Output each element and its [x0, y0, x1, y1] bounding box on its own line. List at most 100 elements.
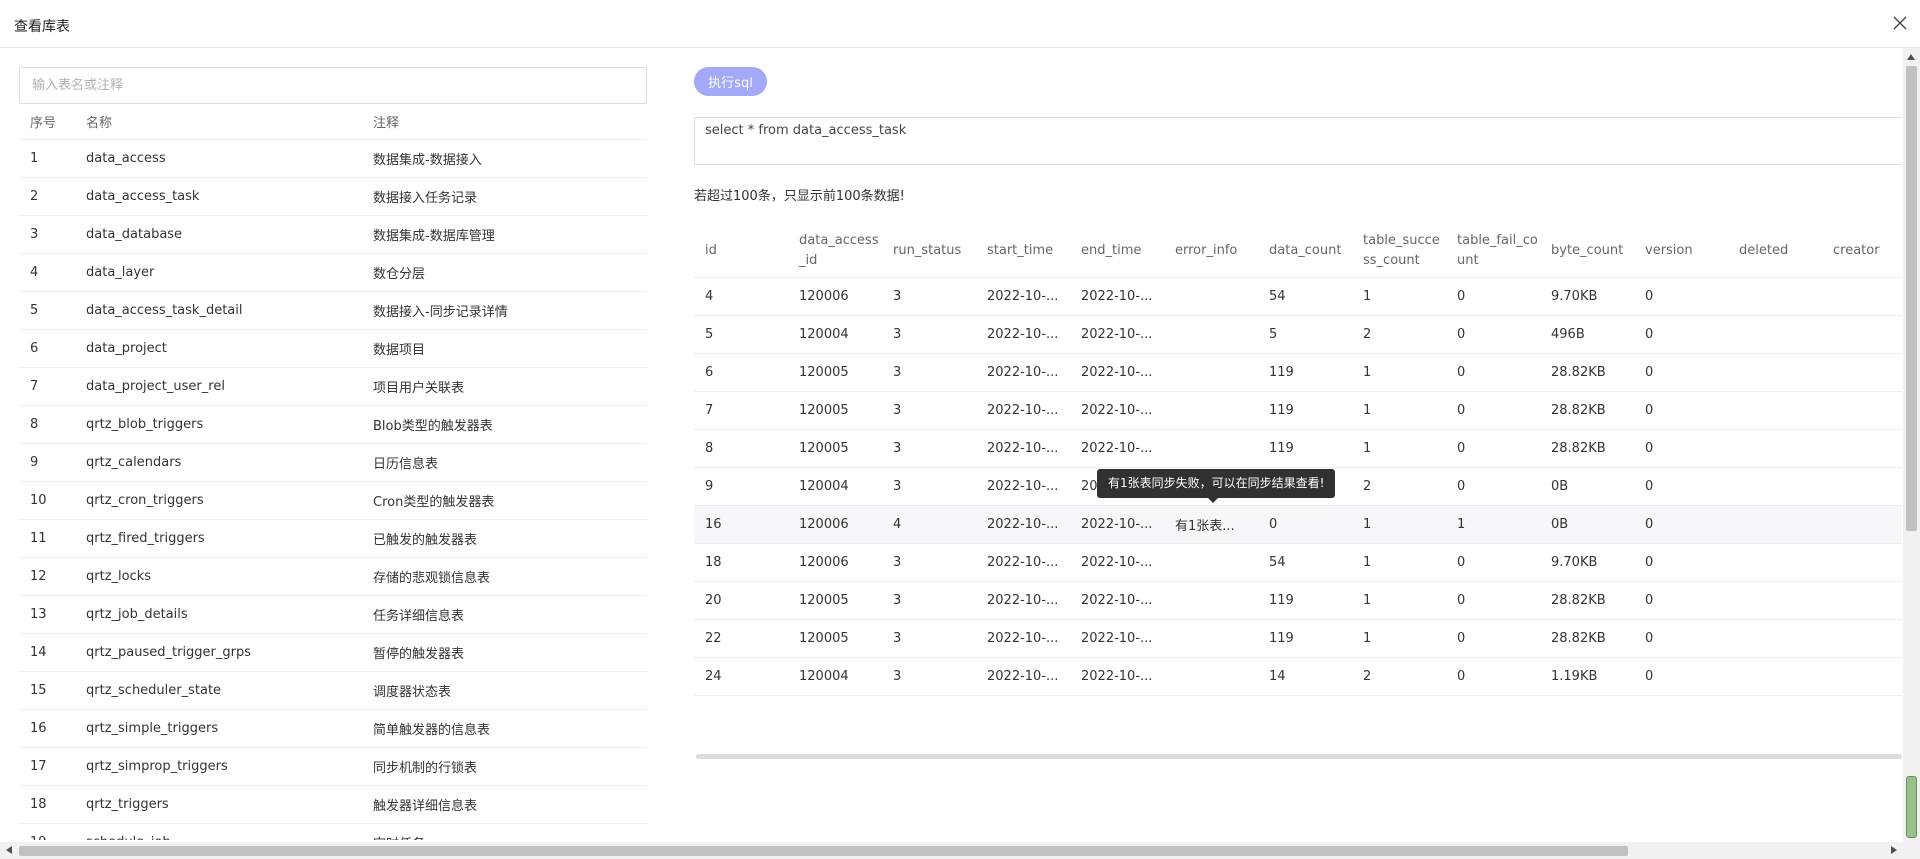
result-cell — [1728, 544, 1822, 581]
result-cell: 120006 — [788, 506, 882, 543]
table-list-row[interactable]: 13 qrtz_job_details 任务详细信息表 — [19, 596, 647, 634]
table-list-row[interactable]: 16 qrtz_simple_triggers 简单触发器的信息表 — [19, 710, 647, 748]
result-cell: 1 — [1352, 392, 1446, 429]
result-cell: 16 — [694, 506, 788, 543]
result-cell-text: 2022-10-... — [1081, 403, 1153, 418]
result-cell-text: 120006 — [799, 555, 849, 570]
result-cell: 0 — [1634, 392, 1728, 429]
result-cell: 5 — [1258, 316, 1352, 353]
sql-panel: 执行sql 若超过100条，只显示前100条数据! id data_access_… — [694, 67, 1902, 840]
table-list-row[interactable]: 8 qrtz_blob_triggers Blob类型的触发器表 — [19, 406, 647, 444]
table-list-row[interactable]: 17 qrtz_simprop_triggers 同步机制的行锁表 — [19, 748, 647, 786]
vertical-scroll-thumb[interactable] — [1906, 66, 1917, 531]
result-column-header: id — [705, 242, 717, 258]
result-cell-text: 3 — [893, 631, 902, 646]
table-list-row[interactable]: 3 data_database 数据集成-数据库管理 — [19, 216, 647, 254]
result-table-header: id data_access_id run_status start_time end_… — [694, 224, 1902, 278]
close-icon[interactable] — [1890, 13, 1910, 33]
run-sql-button[interactable]: 执行sql — [694, 67, 767, 96]
result-row[interactable]: 16 120006 4 2022-10-... 2022-10-... 有1张表... 0 1… — [694, 506, 1902, 544]
result-cell: 18 — [694, 544, 788, 581]
result-row[interactable]: 18 120006 3 2022-10-... 2022-10-... 54 1 0 9.70K… — [694, 544, 1902, 582]
table-list-row[interactable]: 4 data_layer 数仓分层 — [19, 254, 647, 292]
result-cell-text: 0 — [1457, 327, 1466, 342]
table-comment: 触发器详细信息表 — [373, 799, 478, 814]
horizontal-scrollbar[interactable] — [0, 842, 1903, 859]
sql-editor[interactable] — [694, 117, 1902, 165]
result-column-header: creator — [1833, 242, 1880, 258]
result-cell: 120005 — [788, 582, 882, 619]
table-search-input[interactable] — [19, 67, 647, 104]
result-row[interactable]: 8 120005 3 2022-10-... 2022-10-... 119 1 0 28.82… — [694, 430, 1902, 468]
result-row[interactable]: 5 120004 3 2022-10-... 2022-10-... 5 2 0 496B 0 — [694, 316, 1902, 354]
result-cell-text: 2022-10-... — [1081, 441, 1153, 456]
result-cell: 2022-10-... — [1070, 392, 1164, 429]
result-cell-text: 3 — [893, 669, 902, 684]
table-list-row[interactable]: 7 data_project_user_rel 项目用户关联表 — [19, 368, 647, 406]
result-cell: 2022-10-... — [1070, 544, 1164, 581]
result-cell: 1 — [1352, 582, 1446, 619]
result-column-header: data_count — [1269, 242, 1342, 258]
result-row[interactable]: 24 120004 3 2022-10-... 2022-10-... 14 2 0 1.19K… — [694, 658, 1902, 696]
table-list-row[interactable]: 5 data_access_task_detail 数据接入-同步记录详情 — [19, 292, 647, 330]
result-table-scrollbar[interactable] — [696, 754, 1902, 759]
result-cell: 2022-10-... — [976, 468, 1070, 505]
result-cell-text: 14 — [1269, 669, 1286, 684]
result-cell-text: 2022-10-... — [1081, 555, 1153, 570]
result-row[interactable]: 4 120006 3 2022-10-... 2022-10-... 54 1 0 9.70KB… — [694, 278, 1902, 316]
vertical-scrollbar[interactable] — [1903, 48, 1920, 845]
table-list-row[interactable]: 19schedule_job定时任务 — [19, 824, 647, 840]
table-name: qrtz_cron_triggers — [86, 493, 204, 508]
table-list-row[interactable]: 2 data_access_task 数据接入任务记录 — [19, 178, 647, 216]
result-cell-text: 3 — [893, 365, 902, 380]
table-list-row[interactable]: 10 qrtz_cron_triggers Cron类型的触发器表 — [19, 482, 647, 520]
table-list-row[interactable]: 15 qrtz_scheduler_state 调度器状态表 — [19, 672, 647, 710]
result-cell-text: 2022-10-... — [987, 517, 1059, 532]
result-cell-text: 0 — [1645, 555, 1654, 570]
result-cell — [1822, 468, 1902, 505]
result-column-header: byte_count — [1551, 242, 1624, 258]
table-list-header: 序号 名称 注释 — [19, 104, 647, 140]
scroll-left-arrow-icon[interactable] — [6, 846, 12, 854]
result-row[interactable]: 6 120005 3 2022-10-... 2022-10-... 119 1 0 28.82… — [694, 354, 1902, 392]
scroll-right-arrow-icon[interactable] — [1891, 846, 1897, 854]
table-name: qrtz_paused_trigger_grps — [86, 645, 252, 660]
scroll-up-arrow-icon[interactable] — [1907, 54, 1915, 60]
horizontal-scroll-thumb[interactable] — [19, 846, 1628, 856]
result-cell-text: 120004 — [799, 479, 849, 494]
row-no: 9 — [30, 455, 39, 470]
table-comment: 数据集成-数据库管理 — [373, 229, 495, 244]
table-list-row[interactable]: 11 qrtz_fired_triggers 已触发的触发器表 — [19, 520, 647, 558]
result-cell-text: 0 — [1645, 517, 1654, 532]
result-cell-text: 18 — [705, 555, 722, 570]
result-row[interactable]: 20 120005 3 2022-10-... 2022-10-... 119 1 0 28.8… — [694, 582, 1902, 620]
result-cell-text: 2022-10-... — [1081, 593, 1153, 608]
table-comment: 简单触发器的信息表 — [373, 723, 491, 738]
result-cell-text: 0 — [1457, 403, 1466, 418]
result-cell-text: 2022-10-... — [1081, 365, 1153, 380]
result-cell: 2 — [1352, 468, 1446, 505]
result-column-header: deleted — [1739, 242, 1789, 258]
column-header-no: 序号 — [30, 116, 57, 131]
result-cell-text: 54 — [1269, 555, 1286, 570]
table-list-row[interactable]: 1 data_access 数据集成-数据接入 — [19, 140, 647, 178]
result-cell — [1164, 582, 1258, 619]
table-list-row[interactable]: 12 qrtz_locks 存储的悲观锁信息表 — [19, 558, 647, 596]
result-cell — [1728, 620, 1822, 657]
widget-icon[interactable] — [1906, 776, 1917, 838]
view-tables-dialog: 查看库表 序号 名称 注释 1 data_access 数据集成-数据接入 2 data… — [0, 0, 1920, 859]
result-cell-text: 8 — [705, 441, 714, 456]
result-cell-text: 9.70KB — [1551, 289, 1598, 304]
table-list-row[interactable]: 9 qrtz_calendars 日历信息表 — [19, 444, 647, 482]
result-row[interactable]: 22 120005 3 2022-10-... 2022-10-... 119 1 0 28.8… — [694, 620, 1902, 658]
result-cell-text: 2 — [1363, 479, 1372, 494]
table-list-row[interactable]: 18 qrtz_triggers 触发器详细信息表 — [19, 786, 647, 824]
result-limit-notice: 若超过100条，只显示前100条数据! — [694, 189, 905, 204]
table-list-row[interactable]: 14 qrtz_paused_trigger_grps 暂停的触发器表 — [19, 634, 647, 672]
result-cell-text: 1 — [1457, 517, 1466, 532]
tooltip-arrow — [1208, 498, 1218, 503]
result-cell: 0 — [1634, 278, 1728, 315]
result-cell — [1164, 430, 1258, 467]
result-row[interactable]: 7 120005 3 2022-10-... 2022-10-... 119 1 0 28.82… — [694, 392, 1902, 430]
table-list-row[interactable]: 6 data_project 数据项目 — [19, 330, 647, 368]
